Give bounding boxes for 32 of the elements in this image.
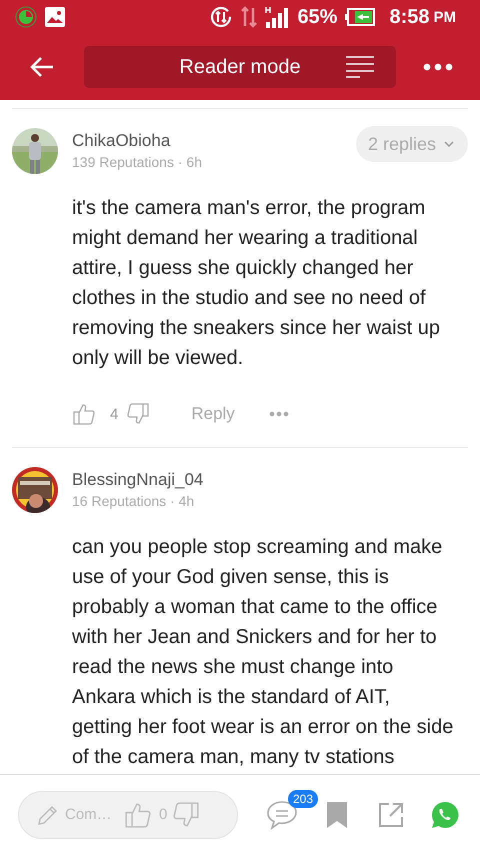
- clock: 8:58: [389, 6, 430, 28]
- thumbs-down-icon[interactable]: [127, 403, 150, 425]
- app-status-icon: [15, 6, 37, 28]
- clock-period: PM: [434, 8, 456, 26]
- image-icon: [45, 7, 65, 27]
- signal-icon: [265, 6, 290, 28]
- chat-app-icon[interactable]: [430, 800, 460, 830]
- comment-text: can you people stop screaming and make use of your God given sense, this is probably a woman that came to the office with her Jean and Snickers and for her to read the news she must change into Ankara which is the standard of AIT, getting her foot wear is an error on the side of the camera man, many tv stations: [72, 535, 454, 770]
- battery-percent: 65%: [297, 6, 338, 28]
- thumbs-up-icon[interactable]: [73, 403, 95, 425]
- more-icon: [423, 63, 453, 71]
- author-name[interactable]: BlessingNnaji_04: [72, 469, 468, 491]
- comment-count-badge: 203: [288, 790, 318, 808]
- thumbs-down-icon[interactable]: [173, 802, 200, 828]
- more-icon[interactable]: [268, 411, 289, 417]
- back-arrow-icon: [29, 56, 55, 78]
- bookmark-icon[interactable]: [326, 800, 348, 828]
- reputation-time: 139 Reputations · 6h: [72, 153, 203, 172]
- author-name[interactable]: ChikaObioha: [72, 130, 356, 152]
- data-arrows-icon: [241, 6, 258, 28]
- pencil-icon: [37, 804, 59, 826]
- comment-text: it's the camera man's error, the program might demand her wearing a traditional attire, I guess she quickly changed her clothes in the studio and see no need of removing the sneakers since her waist up only will be viewed.: [72, 196, 441, 371]
- chevron-down-icon: [444, 141, 454, 147]
- thumbs-up-icon[interactable]: [125, 802, 151, 828]
- reputation-time: 16 Reputations · 4h: [72, 492, 196, 511]
- data-saver-icon: [209, 5, 234, 29]
- text-lines-icon[interactable]: [346, 56, 374, 78]
- reader-mode-bar[interactable]: Reader mode: [84, 46, 396, 88]
- toolbar-title: Reader mode: [179, 56, 301, 78]
- battery-icon: [345, 8, 376, 26]
- like-count: 4: [110, 406, 118, 422]
- share-icon[interactable]: [378, 802, 404, 828]
